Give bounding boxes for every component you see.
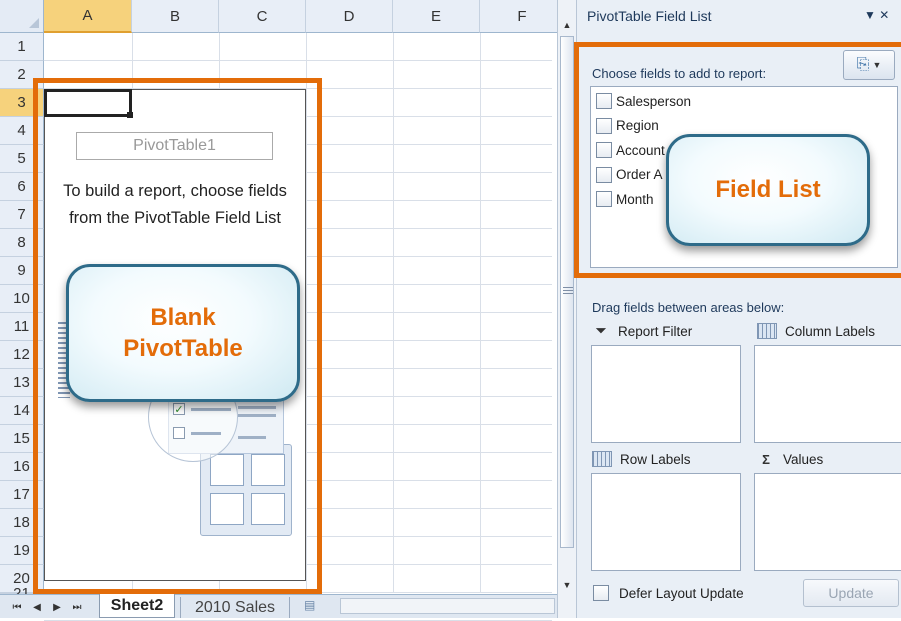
insert-sheet-icon[interactable]: ▤ <box>304 598 322 614</box>
column-labels-header: Column Labels <box>757 320 901 342</box>
defer-layout-update-row[interactable]: Defer Layout Update <box>593 583 793 603</box>
pane-splitter[interactable] <box>563 287 573 295</box>
values-label: Values <box>783 451 824 467</box>
filter-icon: ⏷ <box>595 323 607 338</box>
pane-title: PivotTable Field List <box>587 8 712 24</box>
sheet-tab-2010-sales[interactable]: 2010 Sales <box>180 597 290 618</box>
column-labels-label: Column Labels <box>785 323 876 339</box>
report-filter-area[interactable] <box>591 345 741 443</box>
values-header: Σ Values <box>757 448 901 470</box>
sigma-icon: Σ <box>762 451 770 467</box>
column-header-a[interactable]: A <box>44 0 132 33</box>
column-header-c[interactable]: C <box>219 0 306 33</box>
column-labels-icon <box>757 323 777 339</box>
pivot-highlight-frame <box>33 78 322 594</box>
scroll-up-icon[interactable]: ▲ <box>560 20 574 32</box>
report-filter-header: ⏷ Report Filter <box>592 320 742 342</box>
scroll-down-icon[interactable]: ▼ <box>560 580 574 592</box>
report-filter-label: Report Filter <box>618 323 693 339</box>
column-header-f[interactable]: F <box>480 0 565 33</box>
column-header-d[interactable]: D <box>306 0 393 33</box>
pane-options-icon[interactable]: ▼ ✕ <box>864 8 901 28</box>
values-area[interactable] <box>754 473 901 571</box>
row-header-1[interactable]: 1 <box>0 33 44 61</box>
row-labels-header: Row Labels <box>592 448 742 470</box>
row-labels-area[interactable] <box>591 473 741 571</box>
column-header-b[interactable]: B <box>132 0 219 33</box>
defer-layout-checkbox[interactable] <box>593 585 609 601</box>
column-header-e[interactable]: E <box>393 0 480 33</box>
update-button[interactable]: Update <box>803 579 899 607</box>
horizontal-scrollbar[interactable] <box>340 598 555 614</box>
first-sheet-button[interactable]: ⏮ <box>10 599 24 615</box>
drag-fields-label: Drag fields between areas below: <box>592 300 785 315</box>
row-labels-label: Row Labels <box>620 451 691 467</box>
defer-layout-label: Defer Layout Update <box>619 585 744 601</box>
column-labels-area[interactable] <box>754 345 901 443</box>
prev-sheet-button[interactable]: ◀ <box>30 599 44 615</box>
next-sheet-button[interactable]: ▶ <box>50 599 64 615</box>
sheet-tab-sheet2[interactable]: Sheet2 <box>99 594 175 618</box>
last-sheet-button[interactable]: ⏭ <box>70 599 84 615</box>
field-list-highlight-frame <box>574 42 901 278</box>
row-labels-icon <box>592 451 612 467</box>
select-all-corner[interactable] <box>0 0 44 33</box>
